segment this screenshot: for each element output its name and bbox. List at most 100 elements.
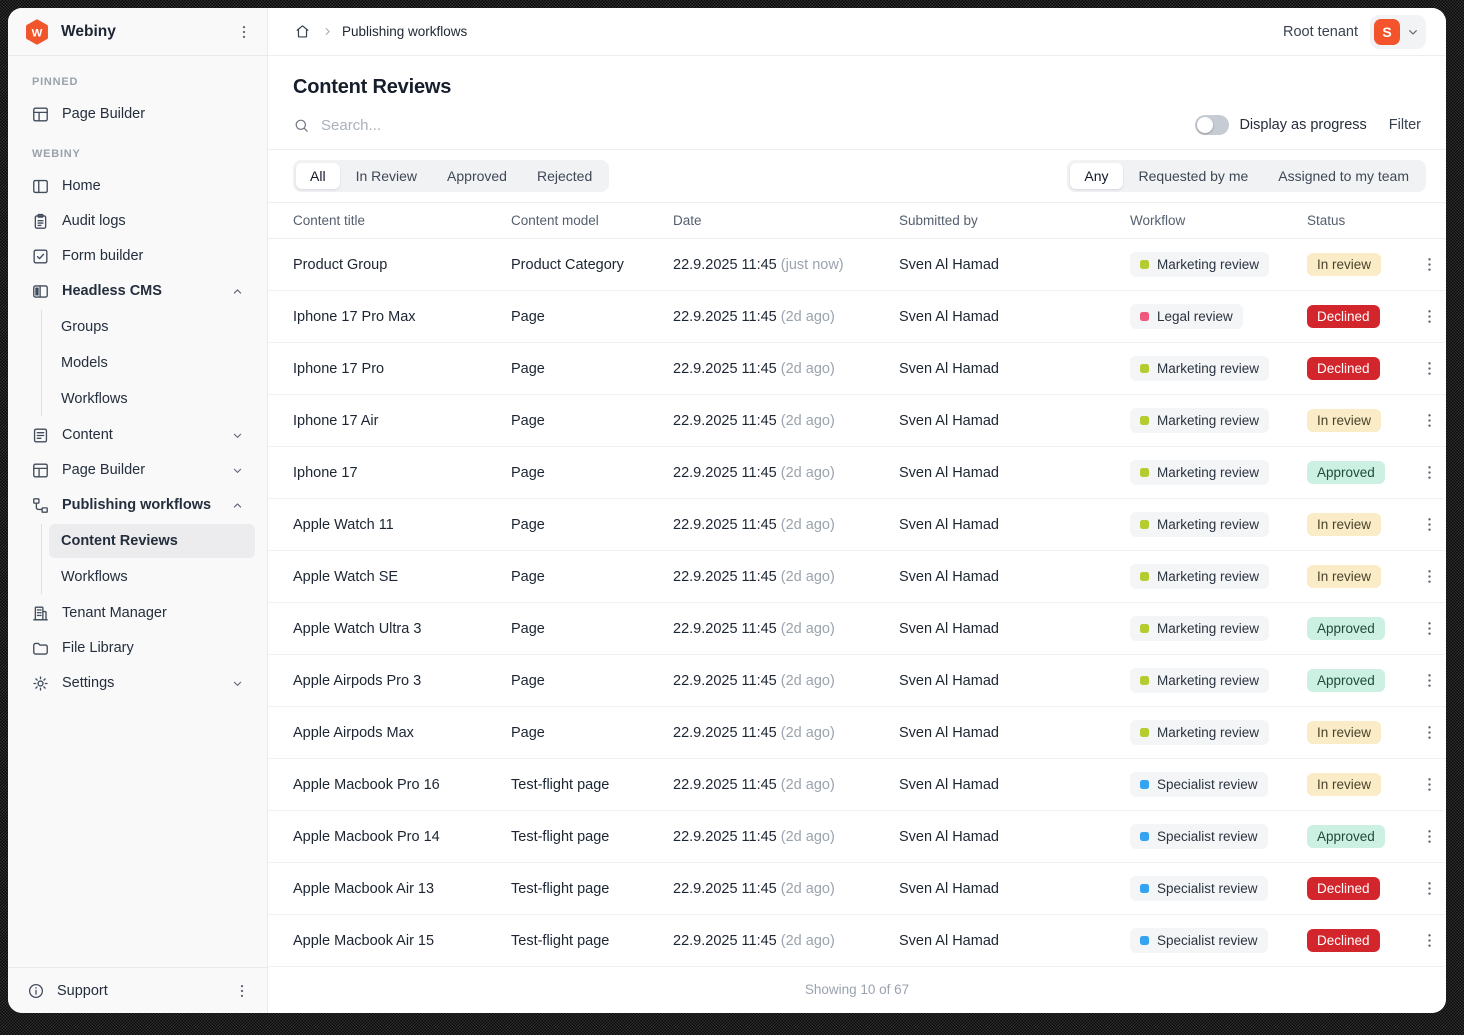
sidebar-item-label: Publishing workflows bbox=[62, 497, 218, 513]
search-input[interactable] bbox=[321, 117, 641, 134]
tab-scope-assigned-to-my-team[interactable]: Assigned to my team bbox=[1264, 163, 1423, 189]
date-relative: (2d ago) bbox=[781, 621, 835, 637]
row-actions-kebab-icon[interactable] bbox=[1418, 253, 1441, 276]
sidebar-item-form-builder[interactable]: Form builder bbox=[20, 239, 255, 273]
tab-status-rejected[interactable]: Rejected bbox=[523, 163, 606, 189]
sidebar-item-audit-logs[interactable]: Audit logs bbox=[20, 204, 255, 238]
table-row[interactable]: Apple Macbook Pro 16Test-flight page22.9… bbox=[268, 759, 1446, 811]
tenant-manager-icon bbox=[30, 604, 50, 623]
display-as-progress-toggle[interactable]: Display as progress bbox=[1195, 115, 1366, 135]
sidebar-item-page-builder[interactable]: Page Builder bbox=[20, 453, 255, 487]
page-builder-icon bbox=[30, 461, 50, 480]
sidebar-item-home[interactable]: Home bbox=[20, 169, 255, 203]
row-actions-kebab-icon[interactable] bbox=[1418, 513, 1441, 536]
cell-date: 22.9.2025 11:45 (2d ago) bbox=[673, 465, 899, 481]
table-row[interactable]: Apple Watch SEPage22.9.2025 11:45 (2d ag… bbox=[268, 551, 1446, 603]
row-actions-kebab-icon[interactable] bbox=[1418, 565, 1441, 588]
cell-workflow: Marketing review bbox=[1130, 408, 1307, 433]
workflow-color-dot bbox=[1140, 728, 1149, 737]
tab-scope-any[interactable]: Any bbox=[1070, 163, 1122, 189]
cell-date: 22.9.2025 11:45 (2d ago) bbox=[673, 413, 899, 429]
scope-tabs: AnyRequested by meAssigned to my team bbox=[1067, 160, 1426, 192]
date-relative: (2d ago) bbox=[781, 309, 835, 325]
tenant-label: Root tenant bbox=[1283, 24, 1358, 40]
sidebar-item-page-builder[interactable]: Page Builder bbox=[20, 97, 255, 131]
row-actions-kebab-icon[interactable] bbox=[1418, 409, 1441, 432]
table-row[interactable]: Iphone 17Page22.9.2025 11:45 (2d ago)Sve… bbox=[268, 447, 1446, 499]
workflow-pill: Marketing review bbox=[1130, 460, 1269, 485]
table-row[interactable]: Apple Watch Ultra 3Page22.9.2025 11:45 (… bbox=[268, 603, 1446, 655]
tab-status-approved[interactable]: Approved bbox=[433, 163, 521, 189]
status-badge: Approved bbox=[1307, 461, 1385, 484]
status-badge: In review bbox=[1307, 773, 1381, 796]
tab-status-in-review[interactable]: In Review bbox=[342, 163, 431, 189]
sidebar-item-groups[interactable]: Groups bbox=[49, 310, 255, 344]
table-row[interactable]: Apple Macbook Air 15Test-flight page22.9… bbox=[268, 915, 1446, 967]
cell-date: 22.9.2025 11:45 (2d ago) bbox=[673, 933, 899, 949]
sidebar-item-settings[interactable]: Settings bbox=[20, 666, 255, 700]
table-footer: Showing 10 of 67 bbox=[268, 967, 1446, 1013]
topbar-right: Root tenant S bbox=[1283, 15, 1426, 49]
sidebar-item-workflows[interactable]: Workflows bbox=[49, 560, 255, 594]
account-menu-button[interactable]: S bbox=[1370, 15, 1426, 49]
tab-scope-requested-by-me[interactable]: Requested by me bbox=[1125, 163, 1263, 189]
filter-button[interactable]: Filter bbox=[1389, 117, 1421, 133]
row-actions-kebab-icon[interactable] bbox=[1418, 929, 1441, 952]
cell-submitted-by: Sven Al Hamad bbox=[899, 777, 1130, 793]
sidebar-item-workflows[interactable]: Workflows bbox=[49, 382, 255, 416]
sidebar-item-label: File Library bbox=[62, 640, 245, 656]
row-actions-kebab-icon[interactable] bbox=[1418, 305, 1441, 328]
chevron-down-icon bbox=[1405, 24, 1421, 40]
row-actions-kebab-icon[interactable] bbox=[1418, 773, 1441, 796]
date-relative: (2d ago) bbox=[781, 933, 835, 949]
workflow-color-dot bbox=[1140, 936, 1149, 945]
sidebar-item-publishing-workflows[interactable]: Publishing workflows bbox=[20, 488, 255, 522]
row-actions-kebab-icon[interactable] bbox=[1418, 617, 1441, 640]
sidebar-item-content-reviews[interactable]: Content Reviews bbox=[49, 524, 255, 558]
row-actions-kebab-icon[interactable] bbox=[1418, 461, 1441, 484]
chevron-down-icon bbox=[230, 676, 245, 691]
home-icon[interactable] bbox=[292, 21, 313, 42]
workflow-color-dot bbox=[1140, 520, 1149, 529]
tab-status-all[interactable]: All bbox=[296, 163, 340, 189]
workflow-pill: Specialist review bbox=[1130, 772, 1268, 797]
table-row[interactable]: Apple Airpods MaxPage22.9.2025 11:45 (2d… bbox=[268, 707, 1446, 759]
support-kebab-icon[interactable] bbox=[231, 980, 253, 1002]
table-row[interactable]: Apple Watch 11Page22.9.2025 11:45 (2d ag… bbox=[268, 499, 1446, 551]
table-row[interactable]: Iphone 17 AirPage22.9.2025 11:45 (2d ago… bbox=[268, 395, 1446, 447]
support-label[interactable]: Support bbox=[57, 983, 108, 999]
table-row[interactable]: Iphone 17 ProPage22.9.2025 11:45 (2d ago… bbox=[268, 343, 1446, 395]
app-window: W Webiny PINNEDPage BuilderWEBINYHomeAud… bbox=[8, 8, 1446, 1013]
sidebar-item-content[interactable]: Content bbox=[20, 418, 255, 452]
sidebar-item-file-library[interactable]: File Library bbox=[20, 631, 255, 665]
table-row[interactable]: Apple Airpods Pro 3Page22.9.2025 11:45 (… bbox=[268, 655, 1446, 707]
row-actions-kebab-icon[interactable] bbox=[1418, 669, 1441, 692]
cell-content-model: Page bbox=[511, 673, 673, 689]
content-icon bbox=[30, 426, 50, 445]
cell-content-title: Iphone 17 bbox=[293, 465, 511, 481]
sidebar-item-label: Settings bbox=[62, 675, 218, 691]
table-row[interactable]: Apple Macbook Air 13Test-flight page22.9… bbox=[268, 863, 1446, 915]
cell-content-title: Apple Macbook Pro 16 bbox=[293, 777, 511, 793]
table-row[interactable]: Product GroupProduct Category22.9.2025 1… bbox=[268, 239, 1446, 291]
page-head: Content Reviews bbox=[268, 56, 1446, 107]
cell-content-model: Product Category bbox=[511, 257, 673, 273]
workflow-pill: Marketing review bbox=[1130, 512, 1269, 537]
sidebar-item-models[interactable]: Models bbox=[49, 346, 255, 380]
sidebar-menu-kebab-icon[interactable] bbox=[233, 21, 255, 43]
table-row[interactable]: Apple Macbook Pro 14Test-flight page22.9… bbox=[268, 811, 1446, 863]
table-row[interactable]: Iphone 17 Pro MaxPage22.9.2025 11:45 (2d… bbox=[268, 291, 1446, 343]
cell-workflow: Specialist review bbox=[1130, 876, 1307, 901]
cell-date: 22.9.2025 11:45 (2d ago) bbox=[673, 673, 899, 689]
row-actions-kebab-icon[interactable] bbox=[1418, 357, 1441, 380]
sidebar-item-tenant-manager[interactable]: Tenant Manager bbox=[20, 596, 255, 630]
row-actions-kebab-icon[interactable] bbox=[1418, 877, 1441, 900]
row-actions-kebab-icon[interactable] bbox=[1418, 825, 1441, 848]
sidebar-item-headless-cms[interactable]: Headless CMS bbox=[20, 274, 255, 308]
row-actions-kebab-icon[interactable] bbox=[1418, 721, 1441, 744]
home-columns-icon bbox=[30, 177, 50, 196]
status-badge: Declined bbox=[1307, 877, 1380, 900]
workflow-pill: Legal review bbox=[1130, 304, 1243, 329]
cell-workflow: Marketing review bbox=[1130, 512, 1307, 537]
breadcrumb-item[interactable]: Publishing workflows bbox=[342, 24, 467, 39]
